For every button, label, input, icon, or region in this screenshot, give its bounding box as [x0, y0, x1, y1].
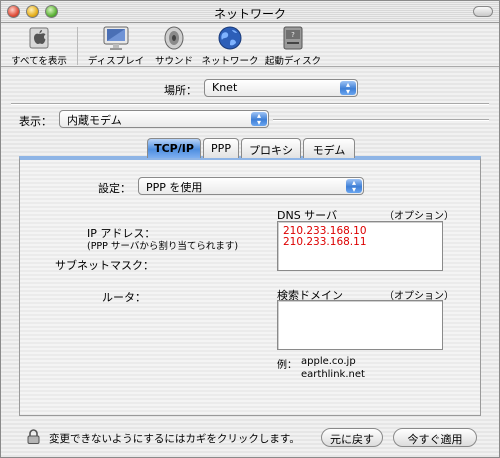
toolbar-show-all[interactable]: すべてを表示 [7, 25, 71, 67]
popup-arrows-icon: ▴ ▾ [346, 179, 362, 194]
tab-proxy-label: プロキシ [249, 144, 293, 157]
lock-icon[interactable] [27, 429, 40, 444]
tab-modem-label: モデム [312, 144, 346, 157]
revert-button[interactable]: 元に戻す [321, 428, 383, 447]
preferences-window: ネットワーク すべてを表示 ディスプレイ サウンド ネットワーク ? 起動ディス… [0, 0, 500, 458]
configure-label: 設定： [98, 182, 131, 195]
dns-servers-field[interactable]: 210.233.168.10 210.233.168.11 [277, 221, 443, 271]
toolbar-startup-disk[interactable]: ? 起動ディスク [261, 25, 325, 67]
toolbar-network[interactable]: ネットワーク [199, 25, 261, 67]
apple-icon [23, 25, 55, 51]
show-popup[interactable]: 内蔵モデム ▴ ▾ [59, 110, 269, 128]
toolbar-separator [77, 27, 78, 65]
toolbar-toggle-button[interactable] [473, 6, 493, 17]
popup-arrows-icon: ▴ ▾ [340, 81, 356, 96]
toolbar-sound-label: サウンド [154, 56, 193, 67]
show-label: 表示： [19, 115, 52, 128]
location-label: 場所： [164, 84, 197, 97]
example-label: 例： [277, 360, 297, 371]
location-value: Knet [212, 81, 238, 94]
show-value: 内蔵モデム [67, 114, 122, 127]
toolbar-startup-disk-label: 起動ディスク [264, 56, 322, 67]
subnet-mask-label: サブネットマスク： [55, 259, 154, 272]
tab-panel [19, 156, 481, 416]
apply-now-button[interactable]: 今すぐ適用 [393, 428, 477, 447]
speaker-icon [158, 25, 190, 51]
router-label: ルータ： [102, 291, 146, 304]
example-domain: earthlink.net [301, 369, 365, 380]
divider [11, 103, 489, 105]
toolbar-displays[interactable]: ディスプレイ [83, 25, 149, 67]
tab-ppp-label: PPP [211, 142, 231, 155]
svg-text:?: ? [291, 31, 295, 39]
ip-address-note: (PPP サーバから割り当てられます) [87, 241, 239, 252]
tab-tcpip-label: TCP/IP [154, 142, 194, 155]
toolbar-network-label: ネットワーク [201, 56, 259, 67]
revert-button-label: 元に戻す [330, 433, 374, 446]
configure-value: PPP を使用 [146, 181, 203, 194]
lock-instruction-text: 変更できないようにするにはカギをクリックします。 [49, 433, 300, 445]
window-title: ネットワーク [213, 7, 286, 21]
globe-icon [214, 25, 246, 51]
dns-optional-label: （オプション） [384, 211, 454, 222]
disk-icon: ? [277, 25, 309, 51]
toolbar-show-all-label: すべてを表示 [11, 56, 67, 67]
toolbar: すべてを表示 ディスプレイ サウンド ネットワーク ? 起動ディスク [1, 23, 499, 67]
tab-tcpip[interactable]: TCP/IP [147, 138, 201, 158]
tab-ppp[interactable]: PPP [203, 138, 239, 158]
toolbar-displays-label: ディスプレイ [87, 56, 145, 67]
toolbar-sound[interactable]: サウンド [149, 25, 199, 67]
tab-modem[interactable]: モデム [303, 138, 355, 158]
title-bar[interactable]: ネットワーク [1, 1, 499, 23]
dns-server-entry: 210.233.168.11 [283, 236, 367, 248]
example-domain: apple.co.jp [301, 356, 356, 367]
location-popup[interactable]: Knet ▴ ▾ [204, 79, 358, 97]
display-icon [100, 25, 132, 51]
divider [273, 119, 489, 121]
configure-popup[interactable]: PPP を使用 ▴ ▾ [138, 177, 364, 195]
search-domains-field[interactable] [277, 300, 443, 350]
popup-arrows-icon: ▴ ▾ [251, 112, 267, 127]
apply-now-button-label: 今すぐ適用 [407, 433, 463, 446]
tab-proxy[interactable]: プロキシ [241, 138, 301, 158]
